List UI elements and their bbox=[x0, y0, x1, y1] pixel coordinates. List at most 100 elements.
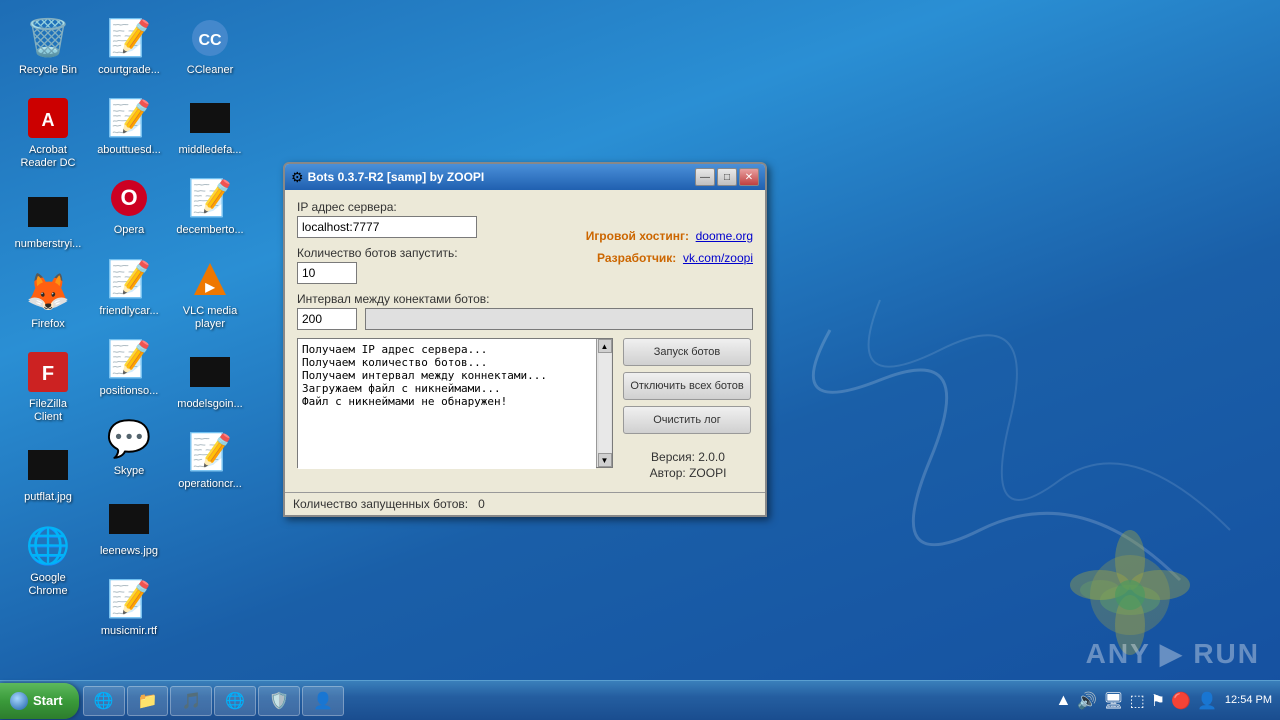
wmp-icon: 🎵 bbox=[181, 691, 201, 711]
server-ip-label: IP адрес сервера: bbox=[297, 200, 753, 214]
log-line-3: Получаем интервал между коннектами... bbox=[302, 369, 592, 382]
svg-text:▶: ▶ bbox=[204, 280, 215, 294]
desktop-icon-middledefa[interactable]: middledefa... bbox=[172, 90, 248, 161]
operationcr-label: operationcr... bbox=[178, 478, 242, 491]
author-label: Автор: ZOOPI bbox=[623, 466, 753, 480]
stop-bots-button[interactable]: Отключить всех ботов bbox=[623, 372, 751, 400]
desktop-icon-operationcr[interactable]: 📝 operationcr... bbox=[172, 424, 248, 495]
tray-volume-icon[interactable]: 🔊 bbox=[1077, 691, 1097, 711]
desktop-icon-decemberto[interactable]: 📝 decemberto... bbox=[172, 170, 248, 241]
desktop-icon-acrobat[interactable]: A Acrobat Reader DC bbox=[10, 90, 86, 174]
tray-usb-icon[interactable]: ⬚ bbox=[1130, 691, 1145, 711]
desktop-icon-recycle-bin[interactable]: 🗑️ Recycle Bin bbox=[10, 10, 86, 81]
anyrun-logo: ANY ▶ RUN bbox=[1086, 637, 1260, 670]
scroll-track bbox=[599, 353, 611, 453]
desktop-icon-chrome[interactable]: 🌐 Google Chrome bbox=[10, 518, 86, 602]
user-icon: 👤 bbox=[313, 691, 333, 711]
desktop-icon-modelsgoin[interactable]: modelsgoin... bbox=[172, 344, 248, 415]
musicmir-icon: 📝 bbox=[105, 575, 153, 623]
interval-input-row bbox=[297, 308, 753, 330]
musicmir-label: musicmir.rtf bbox=[101, 625, 157, 638]
positionso-icon: 📝 bbox=[105, 335, 153, 383]
desktop-icon-ccleaner[interactable]: CC CCleaner bbox=[172, 10, 248, 81]
modelsgoin-label: modelsgoin... bbox=[177, 398, 242, 411]
log-textarea[interactable]: Получаем IP адрес сервера... Получаем ко… bbox=[298, 339, 596, 469]
minimize-button[interactable]: — bbox=[695, 168, 715, 186]
scroll-up-arrow[interactable]: ▲ bbox=[598, 339, 612, 353]
developer-link[interactable]: vk.com/zoopi bbox=[683, 251, 753, 265]
tray-avira-tray-icon[interactable]: ⚑ bbox=[1151, 691, 1165, 711]
tray-icons: ▲ 🔊 🖥 ⬚ ⚑ 🔴 👤 bbox=[1056, 691, 1217, 711]
start-bots-button[interactable]: Запуск ботов bbox=[623, 338, 751, 366]
tray-network-icon[interactable]: 🖥 bbox=[1103, 691, 1123, 711]
taskbar-user[interactable]: 👤 bbox=[302, 686, 344, 716]
hosting-label: Игровой хостинг: bbox=[586, 229, 689, 243]
taskbar-explorer[interactable]: 📁 bbox=[127, 686, 169, 716]
friendlycar-label: friendlycar... bbox=[99, 305, 158, 318]
desktop-icon-abouttuesd[interactable]: 📝 abouttuesd... bbox=[91, 90, 167, 161]
desktop-icon-putflat[interactable]: putflat.jpg bbox=[10, 437, 86, 508]
buttons-panel: Запуск ботов Отключить всех ботов Очисти… bbox=[613, 338, 753, 482]
desktop-icon-area: 🗑️ Recycle Bin A Acrobat Reader DC numbe… bbox=[0, 0, 258, 672]
close-button[interactable]: ✕ bbox=[739, 168, 759, 186]
dialog-body: Игровой хостинг: doome.org Разработчик: … bbox=[285, 190, 765, 492]
explorer-icon: 📁 bbox=[138, 691, 158, 711]
bots-dialog: ⚙ Bots 0.3.7-R2 [samp] by ZOOPI — □ ✕ Иг… bbox=[283, 162, 767, 517]
courtgrade-label: courtgrade... bbox=[98, 64, 160, 77]
desktop-icon-opera[interactable]: O Opera bbox=[91, 170, 167, 241]
taskbar-avira[interactable]: 🛡️ bbox=[258, 686, 300, 716]
desktop-icon-musicmir[interactable]: 📝 musicmir.rtf bbox=[91, 571, 167, 642]
opera-icon: O bbox=[105, 174, 153, 222]
interval-input[interactable] bbox=[297, 308, 357, 330]
taskbar-wmp[interactable]: 🎵 bbox=[170, 686, 212, 716]
acrobat-icon: A bbox=[24, 94, 72, 142]
desktop-icon-firefox[interactable]: 🦊 Firefox bbox=[10, 264, 86, 335]
taskbar-items: 🌐 📁 🎵 🌐 🛡️ 👤 bbox=[79, 681, 1048, 720]
clear-log-button[interactable]: Очистить лог bbox=[623, 406, 751, 434]
numberstring-icon bbox=[24, 188, 72, 236]
log-area-wrapper: Получаем IP адрес сервера... Получаем ко… bbox=[297, 338, 613, 482]
log-line-2: Получаем количество ботов... bbox=[302, 356, 592, 369]
filezilla-label: FileZilla Client bbox=[14, 398, 82, 424]
desktop-icon-friendlycar[interactable]: 📝 friendlycar... bbox=[91, 251, 167, 322]
desktop-icon-positionso[interactable]: 📝 positionso... bbox=[91, 331, 167, 402]
scroll-down-arrow[interactable]: ▼ bbox=[598, 453, 612, 467]
svg-text:O: O bbox=[120, 185, 137, 210]
dialog-title-text: Bots 0.3.7-R2 [samp] by ZOOPI bbox=[308, 170, 691, 184]
server-ip-input[interactable] bbox=[297, 216, 477, 238]
desktop-icon-filezilla[interactable]: F FileZilla Client bbox=[10, 344, 86, 428]
tray-arrow-icon[interactable]: ▲ bbox=[1056, 692, 1072, 710]
middledefa-icon bbox=[186, 94, 234, 142]
desktop-icon-skype[interactable]: 💬 Skype bbox=[91, 411, 167, 482]
scrollbar[interactable]: ▲ ▼ bbox=[596, 339, 612, 467]
bot-count-input[interactable] bbox=[297, 262, 357, 284]
tray-user2-icon[interactable]: 👤 bbox=[1197, 691, 1217, 711]
hosting-panel: Игровой хостинг: doome.org Разработчик: … bbox=[586, 226, 753, 269]
avira-icon: 🛡️ bbox=[269, 691, 289, 711]
svg-text:CC: CC bbox=[198, 32, 222, 49]
main-content: Получаем IP адрес сервера... Получаем ко… bbox=[297, 338, 753, 482]
firefox-icon: 🦊 bbox=[24, 268, 72, 316]
status-bar: Количество запущенных ботов: 0 bbox=[285, 492, 765, 515]
maximize-button[interactable]: □ bbox=[717, 168, 737, 186]
taskbar-ie[interactable]: 🌐 bbox=[83, 686, 125, 716]
start-orb-icon bbox=[10, 692, 28, 710]
start-button[interactable]: Start bbox=[0, 683, 79, 719]
desktop-icon-courtgrade[interactable]: 📝 courtgrade... bbox=[91, 10, 167, 81]
developer-label: Разработчик: bbox=[597, 251, 676, 265]
decemberto-icon: 📝 bbox=[186, 174, 234, 222]
tray-security-icon[interactable]: 🔴 bbox=[1171, 691, 1191, 711]
chrome-label: Google Chrome bbox=[14, 572, 82, 598]
desktop-icon-numberstring[interactable]: numberstryi... bbox=[10, 184, 86, 255]
interval-label: Интервал между конектами ботов: bbox=[297, 292, 753, 306]
version-label: Версия: 2.0.0 bbox=[623, 450, 753, 464]
opera-label: Opera bbox=[114, 224, 145, 237]
putflat-icon bbox=[24, 441, 72, 489]
vlc-label: VLC media player bbox=[176, 305, 244, 331]
desktop: 🗑️ Recycle Bin A Acrobat Reader DC numbe… bbox=[0, 0, 1280, 720]
desktop-icon-vlc[interactable]: ▶ VLC media player bbox=[172, 251, 248, 335]
hosting-link[interactable]: doome.org bbox=[696, 229, 753, 243]
taskbar-chrome-quick[interactable]: 🌐 bbox=[214, 686, 256, 716]
modelsgoin-icon bbox=[186, 348, 234, 396]
desktop-icon-leenews[interactable]: leenews.jpg bbox=[91, 491, 167, 562]
